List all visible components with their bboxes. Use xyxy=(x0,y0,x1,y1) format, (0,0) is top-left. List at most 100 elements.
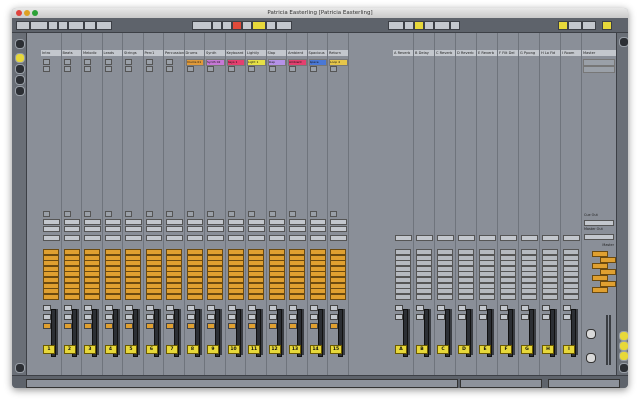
clip-slot-filled[interactable]: Ambient xyxy=(288,59,307,66)
solo-button[interactable] xyxy=(63,314,72,320)
minimize-window-button[interactable] xyxy=(24,10,30,16)
clip-stop-button[interactable] xyxy=(63,66,71,72)
clip-slot-filled[interactable]: Loop 4 xyxy=(329,59,348,66)
solo-button[interactable] xyxy=(268,314,277,320)
solo-button[interactable] xyxy=(330,314,338,320)
input-channel-select[interactable] xyxy=(84,226,101,232)
return-output-select[interactable] xyxy=(500,235,517,241)
arm-button[interactable] xyxy=(268,323,277,329)
overdub-button[interactable] xyxy=(242,21,252,30)
return-output-select[interactable] xyxy=(437,235,454,241)
track-number-button[interactable]: 1 xyxy=(43,345,55,354)
zoom-window-button[interactable] xyxy=(32,10,38,16)
output-type-select[interactable] xyxy=(330,235,347,241)
input-channel-select[interactable] xyxy=(104,226,121,232)
detail-toggle-icon[interactable] xyxy=(619,363,628,373)
solo-button[interactable] xyxy=(500,314,508,320)
solo-button[interactable] xyxy=(186,314,195,320)
input-channel-select[interactable] xyxy=(125,226,142,232)
arm-button[interactable] xyxy=(104,323,113,329)
punch-in-field[interactable] xyxy=(388,21,404,30)
clip-stop-button[interactable] xyxy=(309,66,317,72)
browser-toggle-icon[interactable] xyxy=(15,39,25,49)
activator-button[interactable] xyxy=(330,305,338,311)
clip-stop-button[interactable] xyxy=(43,66,50,72)
input-type-select[interactable] xyxy=(186,219,203,225)
solo-button[interactable] xyxy=(248,314,256,320)
arm-button[interactable] xyxy=(289,323,297,329)
track-header[interactable]: Beats xyxy=(61,50,81,56)
return-letter-button[interactable]: A xyxy=(395,345,407,354)
return-letter-button[interactable]: C xyxy=(437,345,449,354)
output-type-select[interactable] xyxy=(145,235,162,241)
track-header[interactable]: Strings xyxy=(123,50,143,56)
track-number-button[interactable]: 9 xyxy=(207,345,219,354)
activator-button[interactable] xyxy=(458,305,466,311)
activator-button[interactable] xyxy=(186,305,195,311)
solo-button[interactable] xyxy=(43,314,51,320)
draw-mode-button[interactable] xyxy=(404,21,414,30)
output-type-select[interactable] xyxy=(166,235,183,241)
track-header[interactable]: Lightly xyxy=(246,50,266,56)
arrangement-position[interactable] xyxy=(192,21,212,30)
send-amount-control[interactable] xyxy=(395,293,411,300)
automation-arm-button[interactable] xyxy=(252,21,266,30)
return-track-header[interactable]: A Reverb xyxy=(393,50,413,56)
arm-button[interactable] xyxy=(84,323,92,329)
nudge-button[interactable] xyxy=(48,21,58,30)
clip-stop-button[interactable] xyxy=(125,66,132,72)
input-type-select[interactable] xyxy=(104,219,121,225)
return-output-select[interactable] xyxy=(479,235,496,241)
clip-stop-button[interactable] xyxy=(166,59,173,65)
clip-stop-button[interactable] xyxy=(125,59,132,65)
clip-slot-filled[interactable]: Light 1 xyxy=(247,59,266,66)
output-type-select[interactable] xyxy=(104,235,121,241)
return-track-header[interactable]: D Reverb xyxy=(456,50,476,56)
output-type-select[interactable] xyxy=(186,235,203,241)
metronome-button[interactable] xyxy=(84,21,96,30)
send-amount-control[interactable] xyxy=(84,293,100,300)
activator-button[interactable] xyxy=(43,305,51,311)
arm-button[interactable] xyxy=(125,323,133,329)
send-amount-control[interactable] xyxy=(416,293,432,300)
send-amount-control[interactable] xyxy=(479,293,495,300)
activator-button[interactable] xyxy=(309,305,318,311)
cue-volume-knob[interactable] xyxy=(586,353,596,363)
key-map-button[interactable] xyxy=(414,21,424,30)
return-output-select[interactable] xyxy=(416,235,433,241)
input-channel-select[interactable] xyxy=(268,226,285,232)
send-amount-control[interactable] xyxy=(309,293,326,300)
send-amount-control[interactable] xyxy=(63,293,80,300)
input-channel-select[interactable] xyxy=(207,226,224,232)
activator-button[interactable] xyxy=(145,305,154,311)
sends-toggle-icon[interactable] xyxy=(619,341,628,351)
master-volume-knob[interactable] xyxy=(586,329,596,339)
activator-button[interactable] xyxy=(289,305,297,311)
arm-button[interactable] xyxy=(248,323,256,329)
send-amount-control[interactable] xyxy=(542,293,558,300)
master-track-header[interactable]: Master xyxy=(582,50,616,56)
track-number-button[interactable]: 7 xyxy=(166,345,178,354)
record-button[interactable] xyxy=(232,21,242,30)
clip-stop-button[interactable] xyxy=(289,66,296,72)
clip-stop-button[interactable] xyxy=(145,66,153,72)
send-amount-control[interactable] xyxy=(563,293,579,300)
loop-start-field[interactable] xyxy=(276,21,292,30)
solo-button[interactable] xyxy=(125,314,133,320)
session-view-icon[interactable] xyxy=(619,37,628,47)
scene-launch[interactable] xyxy=(583,66,615,73)
output-type-select[interactable] xyxy=(84,235,101,241)
arm-button[interactable] xyxy=(186,323,195,329)
activator-button[interactable] xyxy=(125,305,133,311)
output-type-select[interactable] xyxy=(125,235,142,241)
track-number-button[interactable]: 4 xyxy=(104,345,117,354)
solo-button[interactable] xyxy=(395,314,403,320)
activator-button[interactable] xyxy=(63,305,72,311)
send-amount-control[interactable] xyxy=(227,293,244,300)
tap-button[interactable] xyxy=(16,21,30,30)
info-toggle-icon[interactable] xyxy=(15,363,25,373)
midi-map-button[interactable] xyxy=(424,21,434,30)
send-amount-control[interactable] xyxy=(521,293,537,300)
track-header[interactable]: Drums xyxy=(184,50,204,56)
return-track-header[interactable]: E Reverb xyxy=(477,50,497,56)
